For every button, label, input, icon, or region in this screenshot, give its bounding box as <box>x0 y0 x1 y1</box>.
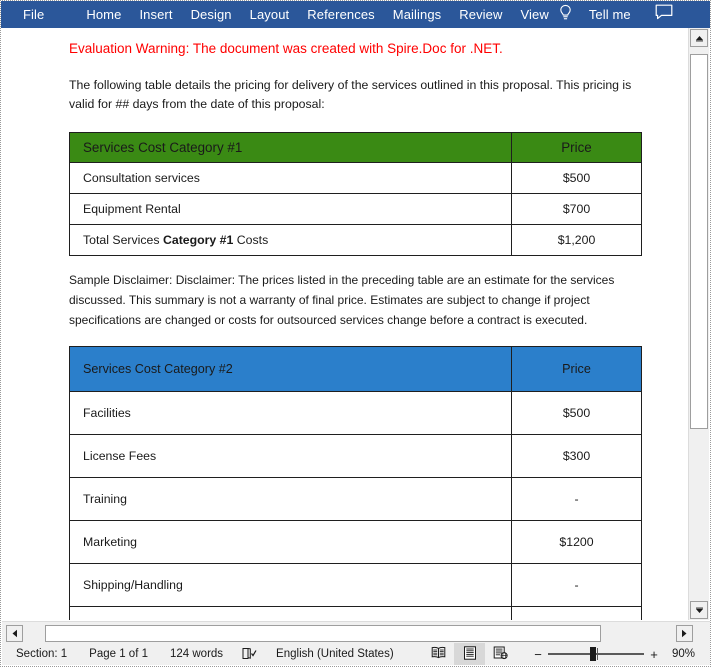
table-row: Total Services Category #2 Costs $6,000 <box>69 606 642 620</box>
table2-row5-price: $6,000 <box>511 606 642 620</box>
ribbon-tab-bar: File Home Insert Design Layout Reference… <box>1 1 710 28</box>
chevron-up-icon <box>695 29 704 47</box>
word-window: File Home Insert Design Layout Reference… <box>0 0 711 667</box>
ribbon-tab-home[interactable]: Home <box>77 1 130 28</box>
scroll-right-button[interactable] <box>676 625 693 642</box>
table1-row1-price: $700 <box>511 193 642 226</box>
scroll-down-button[interactable] <box>690 601 708 619</box>
ribbon-tab-view[interactable]: View <box>511 1 557 28</box>
zoom-slider[interactable] <box>548 647 644 661</box>
ribbon-tab-file[interactable]: File <box>14 1 53 28</box>
table-row: License Fees $300 <box>69 434 642 479</box>
table2-row0-price: $500 <box>511 391 642 436</box>
comments-button[interactable] <box>644 1 684 28</box>
table2-row0-label: Facilities <box>69 391 512 436</box>
horizontal-scroll-thumb[interactable] <box>45 625 601 642</box>
evaluation-warning: Evaluation Warning: The document was cre… <box>69 41 503 56</box>
vertical-scrollbar[interactable] <box>688 28 709 620</box>
table2-row2-price: - <box>511 477 642 522</box>
table2-row1-label: License Fees <box>69 434 512 479</box>
table2-row2-label: Training <box>69 477 512 522</box>
horizontal-scrollbar[interactable] <box>2 621 710 643</box>
table1-row0-label: Consultation services <box>69 162 512 195</box>
table2-header-category: Services Cost Category #2 <box>69 346 512 393</box>
zoom-control: − + 90% <box>516 643 710 665</box>
chevron-right-icon <box>681 625 688 643</box>
document-page: Evaluation Warning: The document was cre… <box>2 28 689 620</box>
label-bold: Category #1 <box>162 233 234 248</box>
table1-row2-label: Total Services Category #1 Costs <box>69 224 512 257</box>
table-row: Consultation services $500 <box>69 162 642 195</box>
table-header-row: Services Cost Category #2 Price <box>69 346 642 393</box>
table-row: Equipment Rental $700 <box>69 193 642 226</box>
table1-row0-price: $500 <box>511 162 642 195</box>
read-mode-icon <box>431 646 446 663</box>
document-content: Evaluation Warning: The document was cre… <box>2 28 689 620</box>
label-tail: Costs <box>233 233 269 248</box>
table2-header-price: Price <box>511 346 642 393</box>
view-print-layout-button[interactable] <box>454 643 485 665</box>
table2-row1-price: $300 <box>511 434 642 479</box>
label-plain: Total Services <box>83 233 163 248</box>
scroll-left-button[interactable] <box>6 625 23 642</box>
table1-row2-price: $1,200 <box>511 224 642 257</box>
print-layout-icon <box>463 645 477 663</box>
zoom-in-button[interactable]: + <box>646 647 662 662</box>
chevron-down-icon <box>695 601 704 619</box>
table2-row3-price: $1200 <box>511 520 642 565</box>
ribbon-tab-references[interactable]: References <box>298 1 383 28</box>
scroll-up-button[interactable] <box>690 29 708 47</box>
vertical-scroll-thumb[interactable] <box>690 54 708 429</box>
status-section[interactable]: Section: 1 <box>2 643 78 665</box>
zoom-out-button[interactable]: − <box>530 647 546 662</box>
disclaimer-paragraph: Sample Disclaimer: Disclaimer: The price… <box>69 273 615 328</box>
table-row: Shipping/Handling - <box>69 563 642 608</box>
lightbulb-icon <box>558 4 573 26</box>
comment-icon <box>655 4 673 25</box>
table1-header-category: Services Cost Category #1 <box>69 132 512 164</box>
intro-paragraph: The following table details the pricing … <box>69 77 632 112</box>
table-row: Total Services Category #1 Costs $1,200 <box>69 224 642 257</box>
ribbon-tab-layout[interactable]: Layout <box>241 1 299 28</box>
table-row: Marketing $1200 <box>69 520 642 565</box>
web-layout-icon <box>493 646 508 663</box>
status-word-count[interactable]: 124 words <box>159 643 234 665</box>
zoom-slider-thumb[interactable] <box>590 647 596 661</box>
status-language[interactable]: English (United States) <box>265 643 405 665</box>
zoom-level-label[interactable]: 90% <box>662 643 702 665</box>
status-page-number[interactable]: Page 1 of 1 <box>78 643 159 665</box>
table-category-2: Services Cost Category #2 Price Faciliti… <box>69 346 642 620</box>
tell-me-label[interactable]: Tell me <box>580 1 640 28</box>
ribbon-tab-review[interactable]: Review <box>450 1 511 28</box>
table-row: Facilities $500 <box>69 391 642 436</box>
view-read-mode-button[interactable] <box>423 643 454 665</box>
table2-row4-label: Shipping/Handling <box>69 563 512 608</box>
table1-header-price: Price <box>511 132 642 164</box>
status-bar: Section: 1 Page 1 of 1 124 words English… <box>2 643 710 665</box>
document-scroll-area[interactable]: Evaluation Warning: The document was cre… <box>2 28 689 620</box>
zoom-slider-track <box>548 653 644 655</box>
table-row: Training - <box>69 477 642 522</box>
tell-me-group[interactable]: Tell me <box>558 1 644 28</box>
table2-row4-price: - <box>511 563 642 608</box>
chevron-left-icon <box>11 625 18 643</box>
table2-row3-label: Marketing <box>69 520 512 565</box>
ribbon-tab-design[interactable]: Design <box>182 1 241 28</box>
scrollbar-corner <box>694 622 710 643</box>
ribbon-tab-mailings[interactable]: Mailings <box>384 1 450 28</box>
ribbon-tab-insert[interactable]: Insert <box>130 1 181 28</box>
proofing-errors-icon[interactable] <box>234 647 265 661</box>
table-category-1: Services Cost Category #1 Price Consulta… <box>69 132 642 257</box>
table1-row1-label: Equipment Rental <box>69 193 512 226</box>
zoom-slider-midpoint <box>597 648 598 660</box>
table-header-row: Services Cost Category #1 Price <box>69 132 642 164</box>
view-web-layout-button[interactable] <box>485 643 516 665</box>
table2-row5-label: Total Services Category #2 Costs <box>69 606 512 620</box>
